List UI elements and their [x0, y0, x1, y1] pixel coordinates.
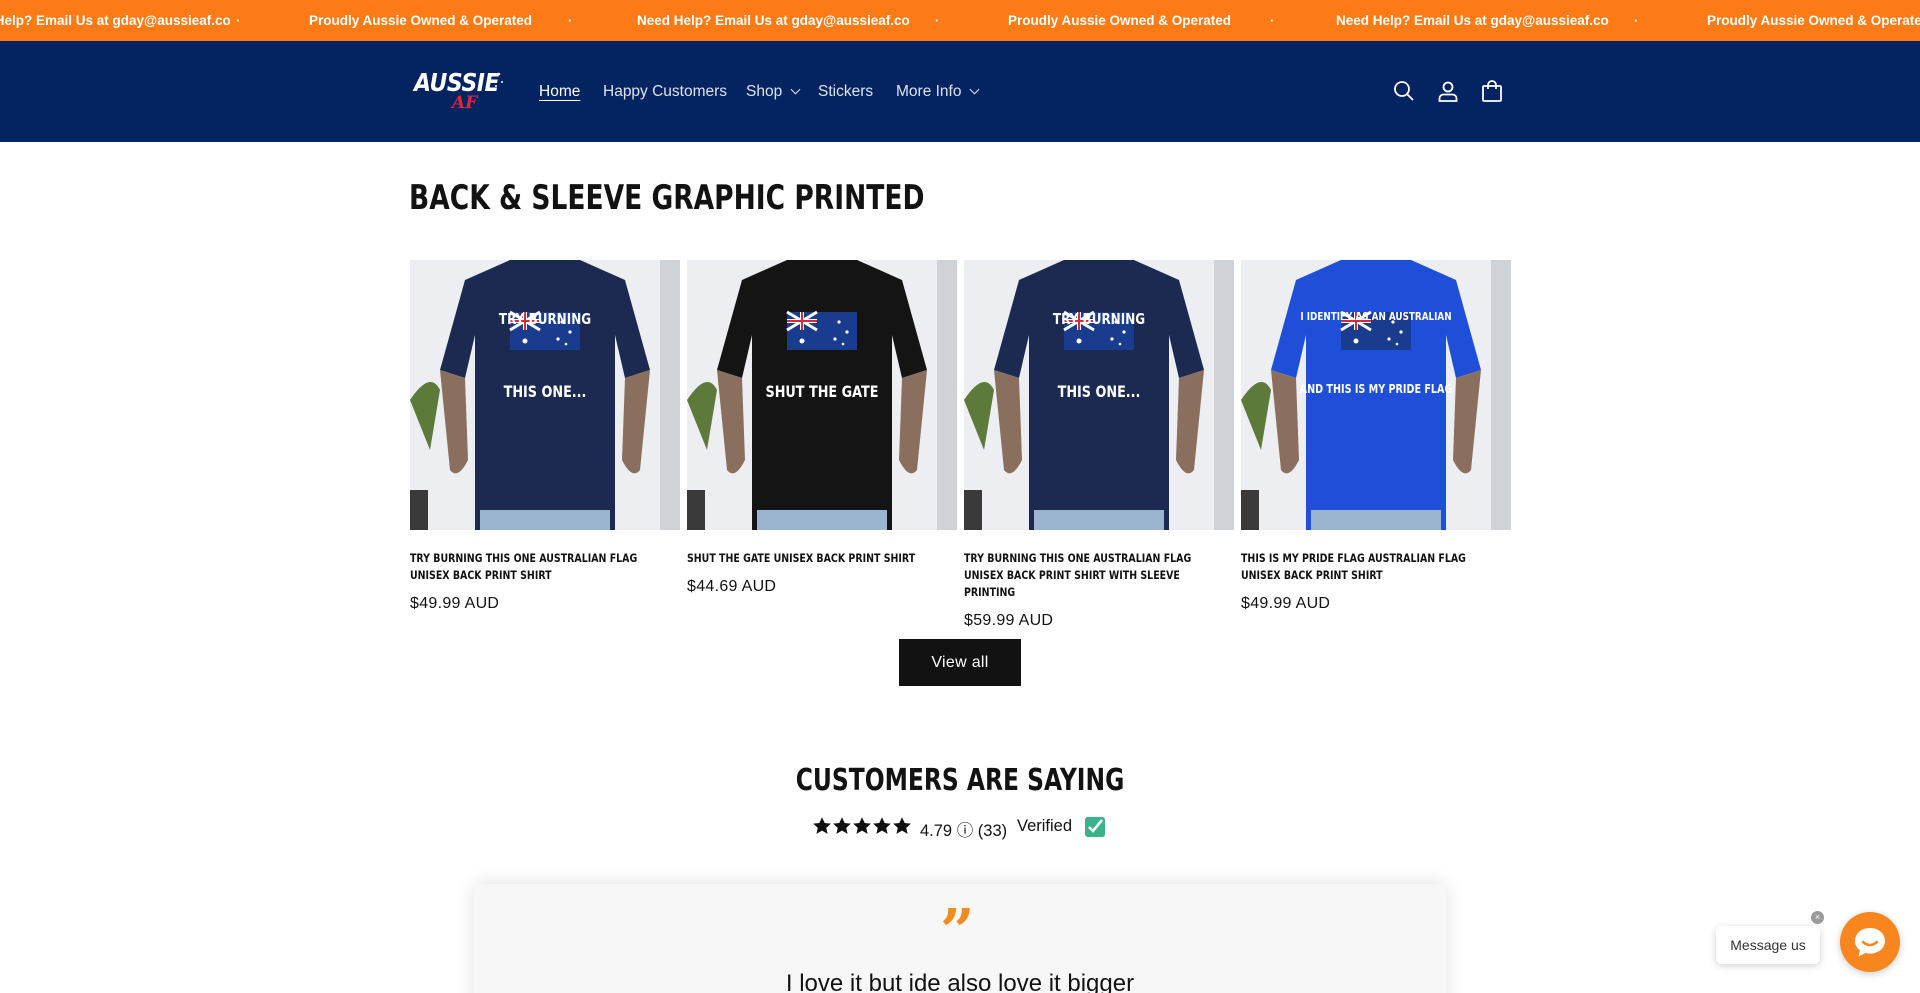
section-title: BACK & SLEEVE GRAPHIC PRINTED	[409, 178, 925, 218]
logo-stars-icon	[490, 72, 503, 87]
product-price: $49.99 AUD	[410, 595, 500, 612]
nav-happy-customers-label: Happy Customers	[603, 83, 728, 100]
nav-home[interactable]: Home	[539, 41, 580, 142]
nav-more-info-label: More Info	[896, 83, 962, 100]
product-price: $44.69 AUD	[687, 578, 777, 595]
announcement-separator: ·	[568, 13, 573, 28]
nav-stickers-label: Stickers	[818, 83, 874, 100]
product-title[interactable]: TRY BURNING THIS ONE AUSTRALIAN FLAG UNI…	[410, 550, 677, 584]
announcement-text: Need Help? Email Us at gday@aussieaf.co	[1336, 13, 1609, 28]
star-icon	[853, 817, 871, 834]
chat-button[interactable]	[1840, 912, 1900, 972]
product-title[interactable]: TRY BURNING THIS ONE AUSTRALIAN FLAG UNI…	[964, 550, 1231, 601]
search-icon[interactable]	[1392, 79, 1416, 103]
shirt-print-bottom-text: SHUT THE GATE	[765, 382, 879, 401]
verified-check-icon	[1085, 817, 1105, 837]
nav-more-info[interactable]: More Info	[896, 41, 980, 142]
product-price: $49.99 AUD	[1241, 595, 1331, 612]
shirt-print-bottom-text: THIS ONE...	[503, 382, 587, 401]
view-all-button[interactable]: View all	[899, 639, 1021, 686]
product-title[interactable]: THIS IS MY PRIDE FLAG AUSTRALIAN FLAG UN…	[1241, 550, 1508, 584]
product-price: $59.99 AUD	[964, 612, 1054, 629]
close-icon[interactable]: ×	[1811, 911, 1824, 924]
product-image[interactable]: I IDENTIFY AS AN AUSTRALIAN AND THIS IS M…	[1241, 260, 1511, 530]
verified-label: Verified	[1017, 817, 1073, 835]
announcement-text: Need Help? Email Us at gday@aussieaf.co	[0, 13, 231, 28]
star-icon	[833, 817, 851, 834]
product-image[interactable]: SHUT THE GATE	[687, 260, 957, 530]
announcement-separator: ·	[236, 13, 241, 28]
star-icon	[813, 817, 831, 834]
rating-value: 4.79 ⓘ (33)	[920, 822, 1008, 840]
shirt-print-top-text: TRY BURNING	[498, 310, 592, 328]
quote-icon: ”	[940, 897, 975, 967]
product-image[interactable]: TRY BURNING THIS ONE...	[964, 260, 1234, 530]
announcement-bar: Need Help? Email Us at gday@aussieaf.co …	[0, 0, 1920, 41]
nav-happy-customers[interactable]: Happy Customers	[603, 41, 727, 142]
product-title[interactable]: SHUT THE GATE UNISEX BACK PRINT SHIRT	[687, 550, 954, 567]
review-card: ” I love it but ide also love it bigger	[474, 884, 1446, 993]
shirt-print-top-text: I IDENTIFY AS AN AUSTRALIAN	[1300, 310, 1452, 323]
account-icon[interactable]	[1436, 79, 1460, 103]
site-header: AUSSIE AF Home Happy Customers Shop Stic…	[0, 41, 1920, 142]
chevron-down-icon	[790, 84, 801, 95]
cart-icon[interactable]	[1480, 79, 1504, 103]
chevron-down-icon	[970, 84, 980, 95]
shirt-print-bottom-text: AND THIS IS MY PRIDE FLAG	[1299, 382, 1453, 396]
site-logo[interactable]: AUSSIE AF	[410, 67, 503, 117]
chat-icon	[1855, 928, 1885, 957]
star-icon	[873, 817, 891, 834]
announcement-text: Proudly Aussie Owned & Operated	[1707, 13, 1920, 28]
reviews-title: CUSTOMERS ARE SAYING	[795, 763, 1125, 798]
nav-home-label: Home	[539, 83, 581, 100]
product-card[interactable]: SHUT THE GATE SHUT THE GATE UNISEX BACK P…	[687, 260, 957, 596]
product-card[interactable]: TRY BURNING THIS ONE... TRY BURNING THIS O…	[964, 260, 1234, 630]
shirt-print-top-text: TRY BURNING	[1052, 310, 1146, 328]
message-us-bubble[interactable]: Message us	[1716, 926, 1820, 964]
announcement-separator: ·	[935, 13, 940, 28]
announcement-text: Proudly Aussie Owned & Operated	[309, 13, 533, 28]
logo-sub-text: AF	[452, 93, 478, 113]
shirt-print-bottom-text: THIS ONE...	[1057, 382, 1141, 401]
announcement-text: Proudly Aussie Owned & Operated	[1008, 13, 1232, 28]
review-text: I love it but ide also love it bigger	[785, 970, 1135, 993]
product-image[interactable]: TRY BURNING THIS ONE...	[410, 260, 680, 530]
star-icon	[893, 817, 911, 834]
announcement-text: Need Help? Email Us at gday@aussieaf.co	[637, 13, 910, 28]
product-card[interactable]: I IDENTIFY AS AN AUSTRALIAN AND THIS IS M…	[1241, 260, 1511, 613]
nav-shop[interactable]: Shop	[746, 41, 801, 142]
announcement-separator: ·	[1270, 13, 1275, 28]
nav-stickers[interactable]: Stickers	[818, 41, 873, 142]
product-card[interactable]: TRY BURNING THIS ONE... TRY BURNING THIS O…	[410, 260, 680, 613]
nav-shop-label: Shop	[746, 83, 783, 100]
announcement-separator: ·	[1634, 13, 1639, 28]
